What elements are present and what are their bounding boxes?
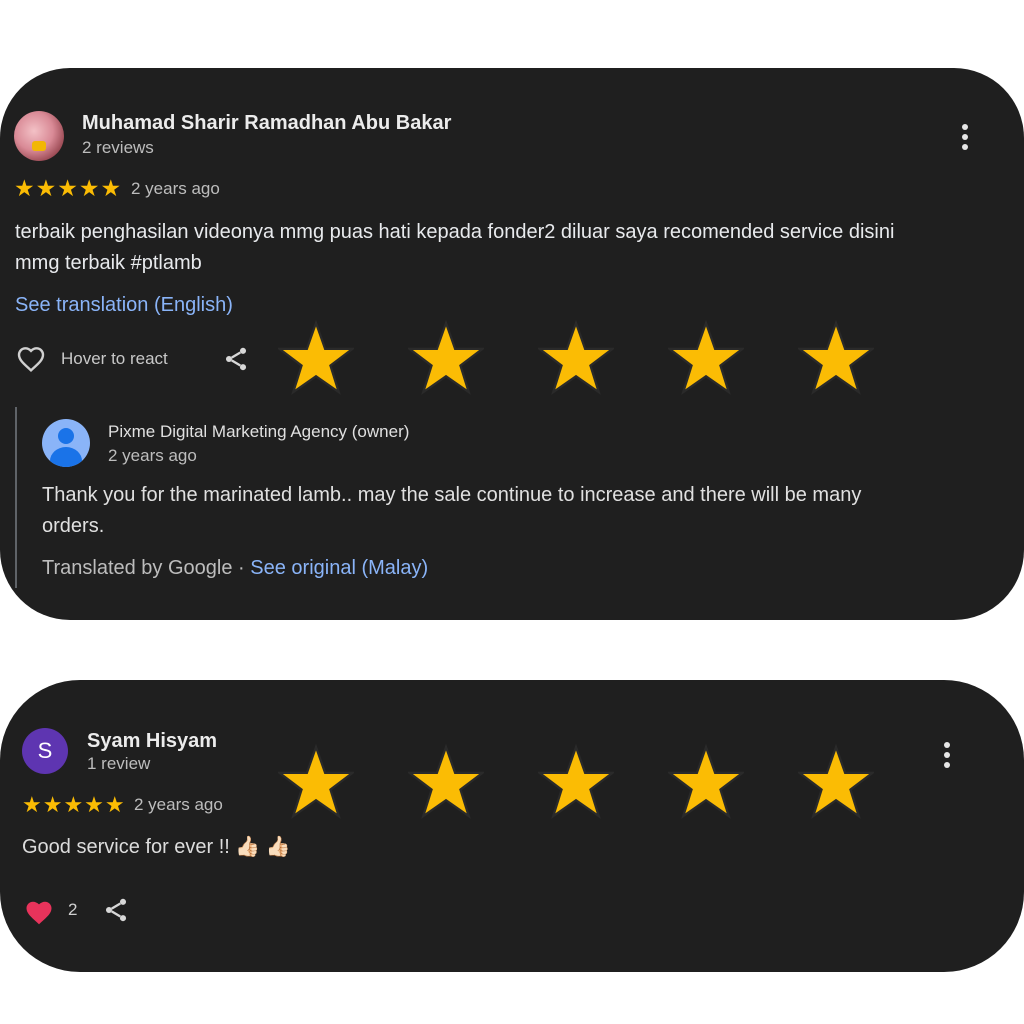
review-text-line-1: terbaik penghasilan videonya mmg puas ha… — [15, 221, 895, 243]
reviewer-name[interactable]: Syam Hisyam — [87, 730, 217, 753]
overlay-star-row-1 — [278, 320, 878, 400]
owner-avatar[interactable] — [42, 419, 90, 467]
owner-reply-line-2: orders. — [42, 515, 105, 537]
owner-reply-time: 2 years ago — [108, 446, 197, 465]
more-options-icon[interactable] — [943, 742, 951, 772]
owner-name: Pixme Digital Marketing Agency (owner) — [108, 422, 410, 441]
overlay-star — [668, 320, 744, 396]
review-text: Good service for ever !! 👍🏻 👍🏻 — [22, 836, 291, 858]
overlay-star — [798, 320, 874, 396]
hover-to-react-label[interactable]: Hover to react — [61, 349, 168, 369]
reply-divider — [15, 407, 17, 588]
share-icon[interactable] — [222, 345, 250, 373]
review-card-2 — [0, 680, 1024, 972]
overlay-star — [278, 320, 354, 396]
heart-outline-icon[interactable] — [15, 343, 47, 375]
translated-by-label: Translated by Google · — [42, 557, 245, 579]
reviewer-review-count: 2 reviews — [82, 138, 154, 157]
overlay-star — [408, 744, 484, 820]
more-options-icon[interactable] — [961, 124, 969, 154]
owner-reply-line-1: Thank you for the marinated lamb.. may t… — [42, 484, 862, 506]
overlay-star — [668, 744, 744, 820]
review-text-line-2: mmg terbaik #ptlamb — [15, 252, 202, 274]
overlay-star — [538, 320, 614, 396]
reviewer-name[interactable]: Muhamad Sharir Ramadhan Abu Bakar — [82, 112, 451, 135]
overlay-star-row-2 — [278, 744, 878, 824]
see-original-link[interactable]: See original (Malay) — [250, 557, 428, 579]
rating-stars: ★★★★★ — [14, 175, 123, 201]
rating-stars: ★★★★★ — [22, 792, 126, 817]
reaction-count: 2 — [68, 900, 78, 919]
share-icon[interactable] — [102, 896, 130, 924]
review-time: 2 years ago — [131, 179, 220, 198]
translation-note: Translated by Google · See original (Mal… — [42, 553, 428, 584]
reviewer-avatar[interactable] — [14, 111, 64, 161]
overlay-star — [278, 744, 354, 820]
reviewer-avatar-letter[interactable]: S — [22, 728, 68, 774]
reviewer-review-count: 1 review — [87, 754, 151, 773]
review-time: 2 years ago — [134, 795, 223, 814]
owner-reply-text: Thank you for the marinated lamb.. may t… — [42, 480, 1002, 542]
heart-filled-icon[interactable] — [24, 898, 54, 928]
see-translation-link[interactable]: See translation (English) — [15, 290, 233, 321]
overlay-star — [798, 744, 874, 820]
review-text: terbaik penghasilan videonya mmg puas ha… — [15, 217, 1015, 279]
overlay-star — [538, 744, 614, 820]
overlay-star — [408, 320, 484, 396]
